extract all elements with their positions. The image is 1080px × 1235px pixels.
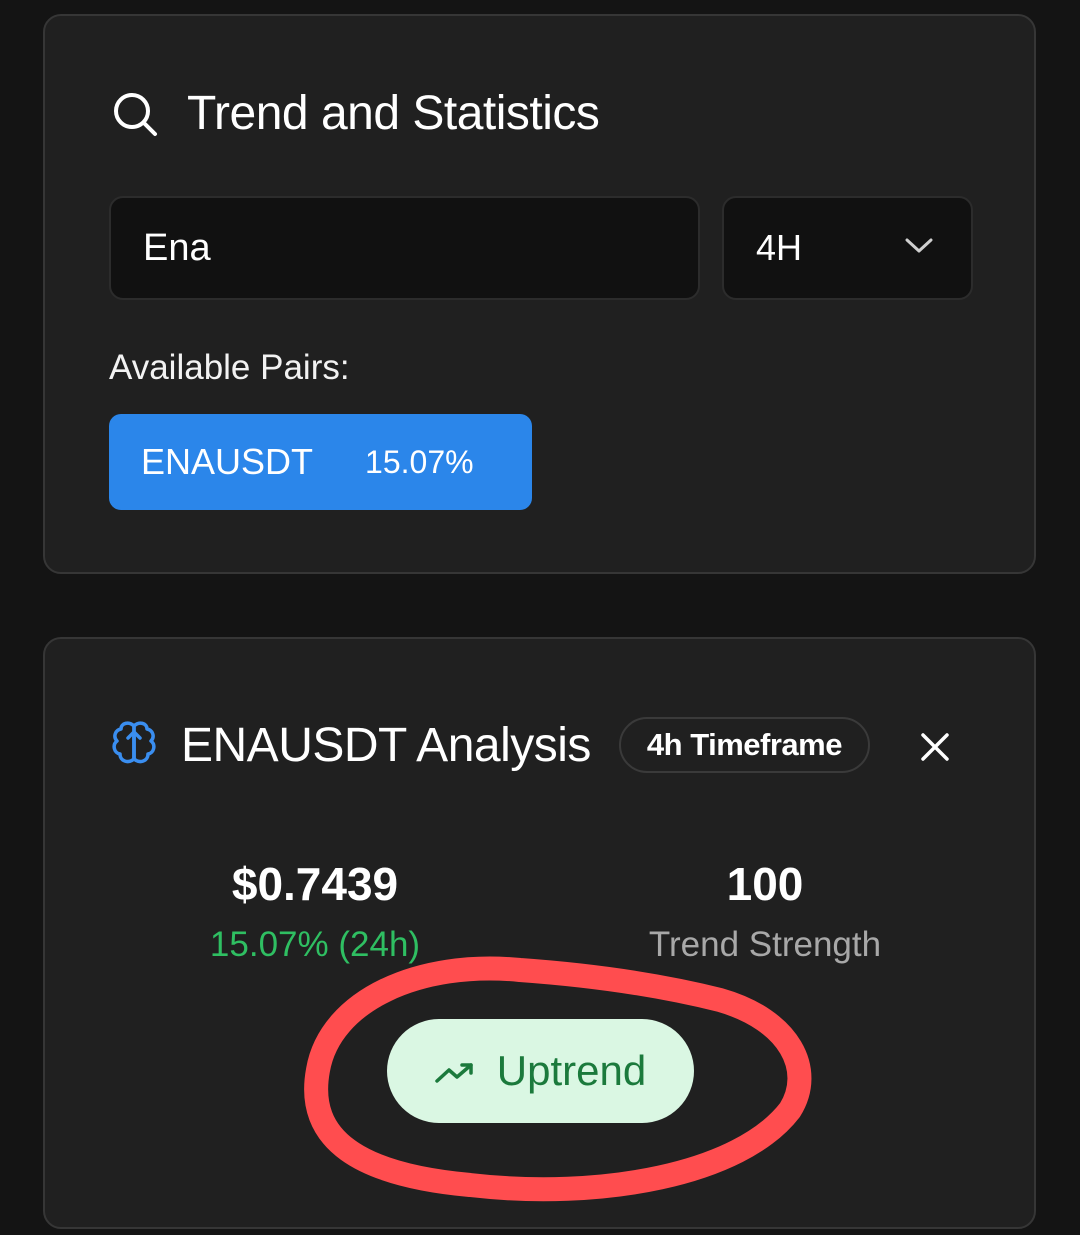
timeframe-select[interactable]: 4H <box>722 196 973 300</box>
chevron-down-icon <box>905 238 933 259</box>
trend-strength-stat: 100 Trend Strength <box>615 857 915 965</box>
card-header: Trend and Statistics <box>111 86 600 141</box>
trend-badge: Uptrend <box>387 1019 694 1123</box>
analysis-header: ENAUSDT Analysis 4h Timeframe <box>109 717 870 773</box>
analysis-card: ENAUSDT Analysis 4h Timeframe $0.7439 15… <box>43 637 1036 1229</box>
pair-change: 15.07% <box>365 443 474 480</box>
trend-strength-value: 100 <box>726 858 804 910</box>
trend-strength-label: Trend Strength <box>648 925 882 964</box>
analysis-title: ENAUSDT Analysis <box>181 718 591 772</box>
page-title: Trend and Statistics <box>187 87 600 140</box>
close-analysis-button[interactable] <box>915 727 955 767</box>
price-change-24h: 15.07% (24h) <box>209 925 421 964</box>
trending-up-icon <box>435 1047 475 1095</box>
search-icon <box>111 90 159 138</box>
price-value: $0.7439 <box>231 858 399 910</box>
price-stat: $0.7439 15.07% (24h) <box>165 857 465 965</box>
available-pairs-label: Available Pairs: <box>109 348 350 387</box>
symbol-search-input[interactable] <box>109 196 700 300</box>
pair-symbol: ENAUSDT <box>141 441 314 482</box>
timeframe-badge: 4h Timeframe <box>618 717 870 773</box>
brain-icon <box>109 718 159 773</box>
trend-statistics-card: Trend and Statistics 4H Available Pairs:… <box>43 14 1036 574</box>
pair-chip-enausdt[interactable]: ENAUSDT 15.07% <box>109 414 532 510</box>
timeframe-select-value: 4H <box>756 227 803 268</box>
close-icon <box>915 733 955 771</box>
trend-label: Uptrend <box>496 1047 647 1094</box>
